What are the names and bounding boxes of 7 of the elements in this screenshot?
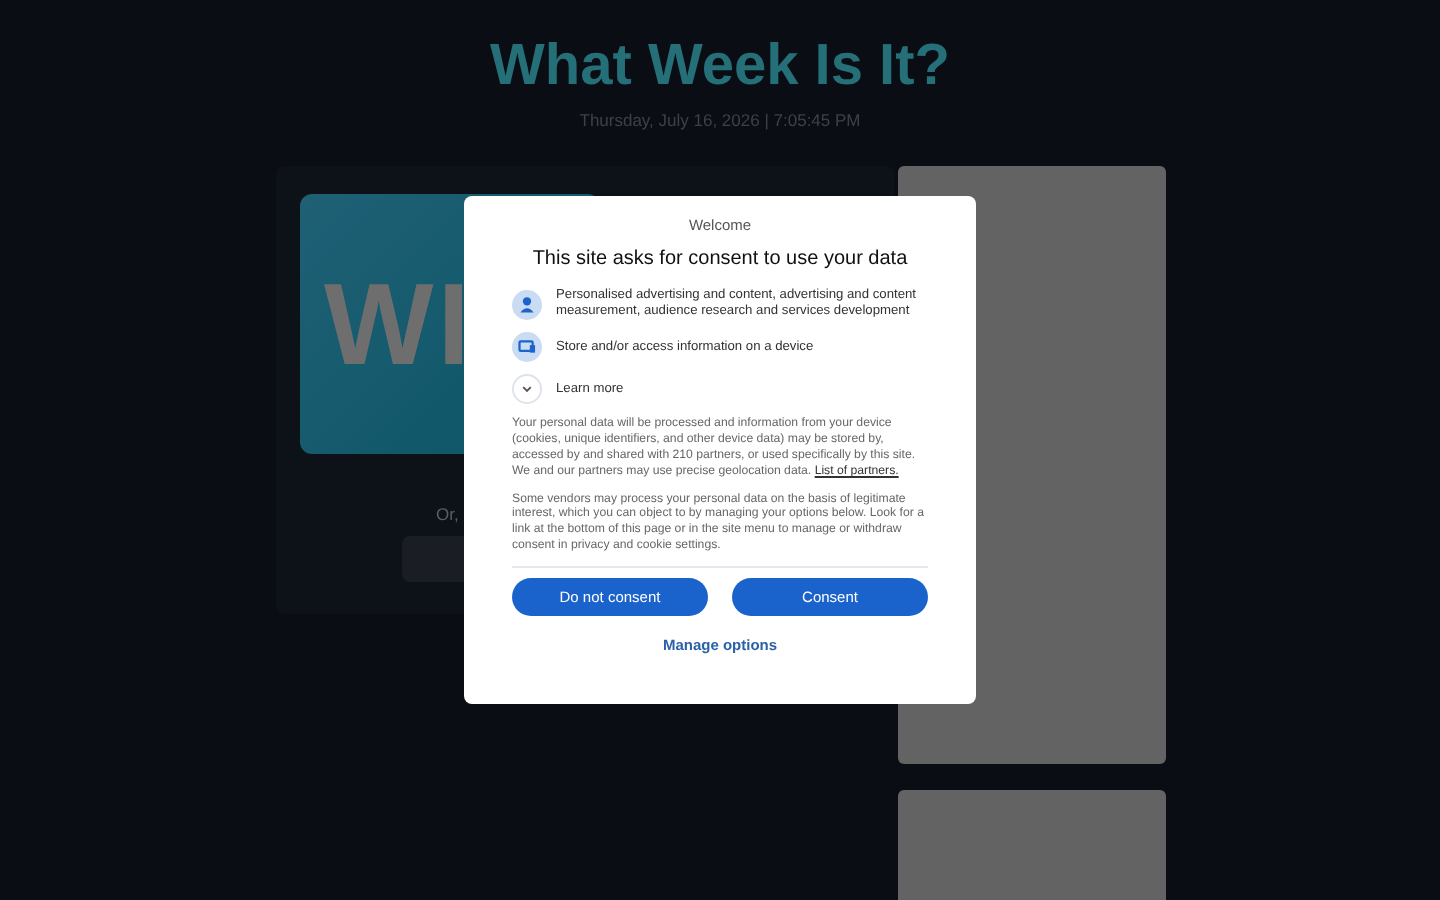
chevron-icon[interactable] bbox=[512, 374, 542, 405]
device-icon bbox=[512, 332, 542, 363]
or-text: Or, bbox=[436, 504, 459, 524]
dialog-heading: This site asks for consent to use your data bbox=[530, 248, 910, 270]
person-icon bbox=[512, 289, 542, 320]
page-title: What Week Is It? bbox=[488, 32, 952, 100]
banner-text: WI bbox=[324, 257, 474, 391]
